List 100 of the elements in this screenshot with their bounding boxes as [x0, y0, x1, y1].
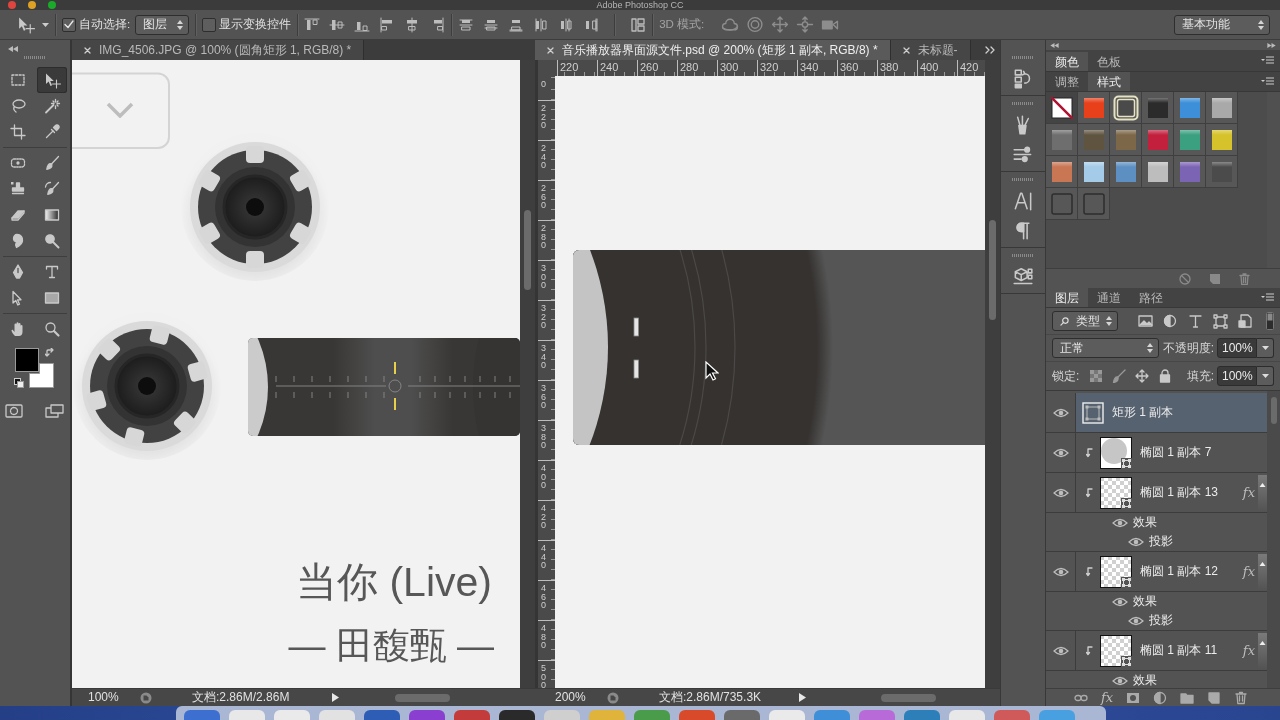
eye-icon[interactable] [1112, 517, 1128, 528]
style-swatch[interactable] [1082, 96, 1105, 119]
collapse-arrows-icon[interactable] [1050, 42, 1059, 48]
adjustment-filter-icon[interactable] [1163, 313, 1178, 329]
vertical-scrollbar-thumb[interactable] [989, 220, 996, 320]
link-icon[interactable] [1074, 693, 1088, 702]
type-filter-icon[interactable] [1188, 313, 1203, 329]
eye-icon[interactable] [1052, 407, 1069, 418]
lock-transparent-icon[interactable] [1089, 369, 1104, 383]
auto-align-icon[interactable] [630, 16, 647, 33]
character-icon[interactable] [1013, 191, 1033, 211]
document-info-icon[interactable] [607, 691, 619, 704]
layer-row[interactable]: 椭圆 1 副本 12 fx [1076, 552, 1267, 591]
layer-row[interactable]: 椭圆 1 副本 7 [1076, 433, 1267, 472]
panel-menu-icon[interactable] [1261, 293, 1274, 302]
expand-arrows-icon[interactable] [1267, 42, 1276, 48]
vertical-scrollbar-thumb[interactable] [524, 210, 531, 290]
quick-mask-icon[interactable] [5, 404, 23, 418]
panel-tab[interactable]: 样式 [1088, 71, 1130, 91]
document-tab[interactable]: 未标题- [890, 40, 971, 60]
style-swatch[interactable] [1114, 128, 1137, 151]
layer-row[interactable]: 矩形 1 副本 [1076, 393, 1267, 432]
lock-icon[interactable] [1158, 369, 1173, 383]
orbit-icon[interactable] [721, 16, 740, 33]
distribute-icon[interactable] [533, 16, 550, 33]
dock-app-icon[interactable] [364, 710, 400, 720]
style-swatch[interactable] [1050, 160, 1073, 183]
layer-scrollbar-thumb[interactable] [1270, 397, 1277, 424]
style-swatch[interactable] [1146, 96, 1169, 119]
rotate-circle-icon[interactable] [746, 16, 765, 33]
document-info-icon[interactable] [140, 691, 152, 704]
empty-style-swatch[interactable] [1082, 192, 1105, 215]
transform-controls-checkbox[interactable] [202, 17, 217, 32]
fill-field[interactable]: 100% [1217, 366, 1257, 386]
ring-style-swatch[interactable] [1112, 94, 1139, 121]
panel-tab[interactable]: 图层 [1046, 287, 1088, 307]
close-icon[interactable] [84, 46, 91, 54]
swap-arrows-icon[interactable] [45, 348, 55, 358]
distribute-icon[interactable] [458, 16, 475, 33]
panel-tab[interactable]: 色板 [1088, 51, 1130, 71]
half-circle-icon[interactable] [1153, 690, 1168, 705]
eye-icon[interactable] [1052, 447, 1069, 458]
add-effect-button[interactable]: fx [1101, 690, 1114, 705]
layer-row[interactable]: 椭圆 1 副本 11 fx [1076, 631, 1267, 670]
shape-filter-icon[interactable] [1213, 313, 1228, 329]
dock-app-icon[interactable] [499, 710, 535, 720]
mask-icon[interactable] [1126, 690, 1141, 705]
default-colors-icon[interactable] [14, 378, 24, 388]
lock-brush-icon[interactable] [1112, 369, 1127, 383]
close-icon[interactable] [547, 46, 554, 54]
move-tool-icon[interactable] [16, 15, 36, 34]
eye-icon[interactable] [1052, 566, 1069, 577]
opacity-caret-button[interactable] [1257, 338, 1274, 358]
trash-icon[interactable] [1234, 690, 1249, 705]
eye-icon[interactable] [1128, 536, 1144, 547]
blend-mode-dropdown[interactable]: 正常 [1052, 338, 1159, 358]
collapse-arrows-icon[interactable] [8, 46, 18, 52]
document-tab[interactable]: 音乐播放器界面源文件.psd @ 200% (矩形 1 副本, RGB/8) * [535, 40, 891, 60]
move-tool-button[interactable] [37, 67, 67, 93]
style-swatch[interactable] [1050, 128, 1073, 151]
screen-mode-icon[interactable] [45, 404, 65, 418]
close-window-icon[interactable] [8, 1, 16, 9]
document-tab[interactable]: IMG_4506.JPG @ 100% (圆角矩形 1, RGB/8) * [72, 40, 365, 60]
style-swatch[interactable] [1082, 160, 1105, 183]
style-swatch[interactable] [1082, 128, 1105, 151]
style-swatch[interactable] [1146, 128, 1169, 151]
style-swatch[interactable] [1210, 128, 1233, 151]
image-filter-icon[interactable] [1138, 313, 1153, 329]
close-icon[interactable] [902, 46, 910, 54]
foreground-color-swatch[interactable] [15, 348, 39, 372]
horizontal-scrollbar-thumb[interactable] [395, 693, 450, 702]
layer-filter-dropdown[interactable]: 类型 [1052, 311, 1118, 331]
trash-icon[interactable] [1239, 272, 1250, 285]
panel-tab[interactable]: 路径 [1130, 287, 1172, 307]
empty-style-swatch[interactable] [1050, 192, 1073, 215]
style-swatch[interactable] [1210, 96, 1233, 119]
panel-tab[interactable]: 调整 [1046, 71, 1088, 91]
minimize-window-icon[interactable] [28, 1, 36, 9]
pan-arrows-icon[interactable] [771, 16, 790, 33]
panel-menu-icon[interactable] [1261, 77, 1274, 86]
style-swatch[interactable] [1178, 160, 1201, 183]
distribute-icon[interactable] [558, 16, 575, 33]
new-layer-icon[interactable] [1207, 690, 1222, 705]
eye-icon[interactable] [1112, 596, 1128, 607]
workspace-dropdown[interactable]: 基本功能 [1174, 14, 1270, 35]
style-swatch[interactable] [1178, 128, 1201, 151]
style-swatch[interactable] [1114, 160, 1137, 183]
style-swatch[interactable] [1178, 96, 1201, 119]
overflow-chevrons-icon[interactable] [985, 46, 996, 54]
style-swatch[interactable] [1146, 160, 1169, 183]
opacity-field[interactable]: 100% [1217, 338, 1257, 358]
panel-tab[interactable]: 通道 [1088, 287, 1130, 307]
slide-arrows-icon[interactable] [796, 16, 815, 33]
paragraph-icon[interactable] [1013, 221, 1033, 241]
no-style-swatch[interactable] [1050, 96, 1073, 119]
zoom-window-icon[interactable] [48, 1, 56, 9]
eye-icon[interactable] [1052, 645, 1069, 656]
filter-toggle-icon[interactable] [1266, 312, 1274, 330]
panel-menu-icon[interactable] [1261, 56, 1274, 65]
auto-select-dropdown[interactable]: 图层 [135, 14, 190, 35]
